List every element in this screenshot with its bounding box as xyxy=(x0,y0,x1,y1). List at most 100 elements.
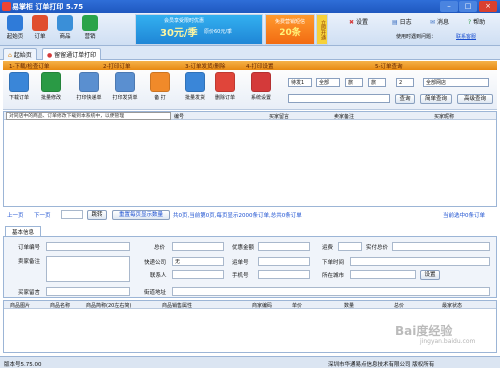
remark-field[interactable] xyxy=(46,256,130,282)
promo-banner-sms[interactable]: 免费营销短信 20条 xyxy=(265,14,315,45)
nav-label: 营销 xyxy=(84,34,96,40)
status-select[interactable]: 待发1 xyxy=(288,78,312,87)
maximize-button[interactable]: □ xyxy=(459,1,477,12)
printer-icon xyxy=(79,72,99,92)
total-field[interactable] xyxy=(172,242,224,251)
nav-marketing[interactable]: 营销 xyxy=(78,15,102,40)
print-invoice-button[interactable]: 打印发货单 xyxy=(111,72,139,101)
address-field[interactable] xyxy=(172,287,490,296)
nav-label: 起始页 xyxy=(6,34,24,40)
log-icon: ▤ xyxy=(392,19,398,26)
col-id[interactable]: 编号 xyxy=(174,113,184,120)
minimize-button[interactable]: – xyxy=(440,1,458,12)
page-input[interactable] xyxy=(61,210,83,219)
nav-home[interactable]: 起始页 xyxy=(3,15,27,40)
jump-button[interactable]: 跳转 xyxy=(87,210,107,220)
message-icon: ✉ xyxy=(430,19,436,26)
status-bar: 版本号5.75.00 深圳市华通易点信息技术有限公司 版权所有 xyxy=(0,356,500,368)
waybill-field[interactable] xyxy=(258,257,310,266)
settings-button[interactable]: ✖ 设置 xyxy=(349,17,368,26)
order-grid[interactable]: 编号 买家留言 卖家备注 买家昵称 对同店中的商品、订单修改下载到本系统中，以便… xyxy=(3,111,497,207)
backup-print-button[interactable]: 备 打 xyxy=(146,72,174,101)
col-total[interactable]: 总价 xyxy=(394,302,404,309)
paid-field[interactable] xyxy=(392,242,490,251)
col-item-attr[interactable]: 商品销售属性 xyxy=(162,302,192,309)
promo-banner-membership[interactable]: 会员享受限时优惠 30元/季 原价60元/季 xyxy=(135,14,263,45)
items-header: 商品图片 商品名称 商品简称(20左右简) 商品销售属性 商家编码 单价 数量 … xyxy=(4,301,496,309)
range-select[interactable]: 全部 xyxy=(316,78,340,87)
reset-page-size-button[interactable]: 重置每页显示数量 xyxy=(112,210,170,220)
simple-query-button[interactable]: 简单查询 xyxy=(420,94,452,104)
type-select-1[interactable]: 旅 xyxy=(345,78,363,87)
print-express-button[interactable]: 打印快递单 xyxy=(75,72,103,101)
order-time-field[interactable] xyxy=(350,257,490,266)
help-button[interactable]: ? 帮助 xyxy=(468,17,485,26)
section-bar: 1-下载/检查订单 2-打印订单 3-订单发货/删除 4-打印设置 5-订单查询 xyxy=(3,61,497,70)
tab-basic-info[interactable]: 基本信息 xyxy=(5,226,42,236)
col-qty[interactable]: 数量 xyxy=(344,302,354,309)
col-item-image[interactable]: 商品图片 xyxy=(10,302,30,309)
window-title: 易掌柜 订单打印 5.75 xyxy=(12,3,84,11)
col-item-short[interactable]: 商品简称(20左右简) xyxy=(86,302,131,309)
sms-top-text: 免费营销短信 xyxy=(274,19,305,25)
download-tooltip: 对同店中的商品、订单修改下载到本系统中，以便管理 xyxy=(6,112,171,120)
city-settings-button[interactable]: 设置 xyxy=(420,270,440,280)
order-no-field[interactable] xyxy=(46,242,130,251)
courier-select[interactable]: 无 xyxy=(172,257,224,266)
title-bar: 易掌柜 订单打印 5.75 – □ × xyxy=(0,0,500,13)
col-buyer-msg[interactable]: 买家留言 xyxy=(269,113,289,120)
query-input[interactable] xyxy=(288,94,390,103)
selected-count: 当前选中0条订单 xyxy=(443,213,485,219)
section-print-settings: 4-打印设置 xyxy=(246,64,274,70)
gear-icon: ✖ xyxy=(349,19,355,26)
gear-icon xyxy=(251,72,271,92)
col-status[interactable]: 最家状态 xyxy=(442,302,462,309)
remark-label: 卖家备注 xyxy=(18,259,41,265)
total-label: 总价 xyxy=(154,245,166,251)
type-select-2[interactable]: 旅 xyxy=(368,78,386,87)
tool-label: 打印快递单 xyxy=(76,95,102,101)
col-seller-note[interactable]: 卖家备注 xyxy=(334,113,354,120)
delete-orders-button[interactable]: 删除订单 xyxy=(211,72,239,101)
detail-form: 订单编号 总价 优惠金额 运费 实付总价 卖家备注 快递公司 无 运单号 下单时… xyxy=(3,236,497,298)
tab-label: 起始页 xyxy=(13,52,32,59)
log-button[interactable]: ▤ 日志 xyxy=(392,17,412,26)
freight-field[interactable] xyxy=(338,242,362,251)
batch-edit-button[interactable]: 批量修改 xyxy=(37,72,65,101)
tool-label: 备 打 xyxy=(154,95,166,101)
mobile-field[interactable] xyxy=(258,270,310,279)
print-icon xyxy=(150,72,170,92)
col-unit-price[interactable]: 单价 xyxy=(292,302,302,309)
contact-field[interactable] xyxy=(172,270,224,279)
settings-label: 设置 xyxy=(355,19,368,26)
sms-main-text: 20条 xyxy=(279,28,301,38)
city-label: 所在城市 xyxy=(322,273,345,279)
download-orders-button[interactable]: 下载订单 xyxy=(5,72,33,101)
buyer-msg-field[interactable] xyxy=(46,287,130,296)
col-buyer-nick[interactable]: 买家昵称 xyxy=(434,113,454,120)
query-button[interactable]: 查询 xyxy=(395,94,415,104)
city-field[interactable] xyxy=(350,270,416,279)
waybill-label: 运单号 xyxy=(232,260,249,266)
tab-order-print[interactable]: ● 留留通订单打印 xyxy=(42,48,102,60)
batch-ship-button[interactable]: 批量发货 xyxy=(181,72,209,101)
col-item-code[interactable]: 商家编码 xyxy=(252,302,272,309)
nav-orders[interactable]: 订单 xyxy=(28,15,52,40)
messages-button[interactable]: ✉ 消息 xyxy=(430,17,449,26)
contact-support-link[interactable]: 联系客服 xyxy=(456,33,476,40)
shop-select[interactable]: 全部网店 xyxy=(423,78,489,87)
nav-products[interactable]: 商品 xyxy=(53,15,77,40)
prev-page-link[interactable]: 上一页 xyxy=(7,211,24,219)
detail-tabs: 基本信息 xyxy=(3,226,497,236)
discount-field[interactable] xyxy=(258,242,310,251)
close-button[interactable]: × xyxy=(479,1,497,12)
next-page-link[interactable]: 下一页 xyxy=(34,211,51,219)
advanced-query-button[interactable]: 高级查询 xyxy=(457,94,493,104)
col-item-name[interactable]: 商品名称 xyxy=(50,302,70,309)
tab-start-page[interactable]: ⌂ 起始页 xyxy=(3,48,37,60)
app-icon xyxy=(2,2,11,11)
open-now-button[interactable]: 立即开通 xyxy=(316,14,328,45)
paid-label: 实付总价 xyxy=(366,245,389,251)
system-settings-button[interactable]: 系统设置 xyxy=(247,72,275,101)
count-select[interactable]: 2 xyxy=(396,78,414,87)
